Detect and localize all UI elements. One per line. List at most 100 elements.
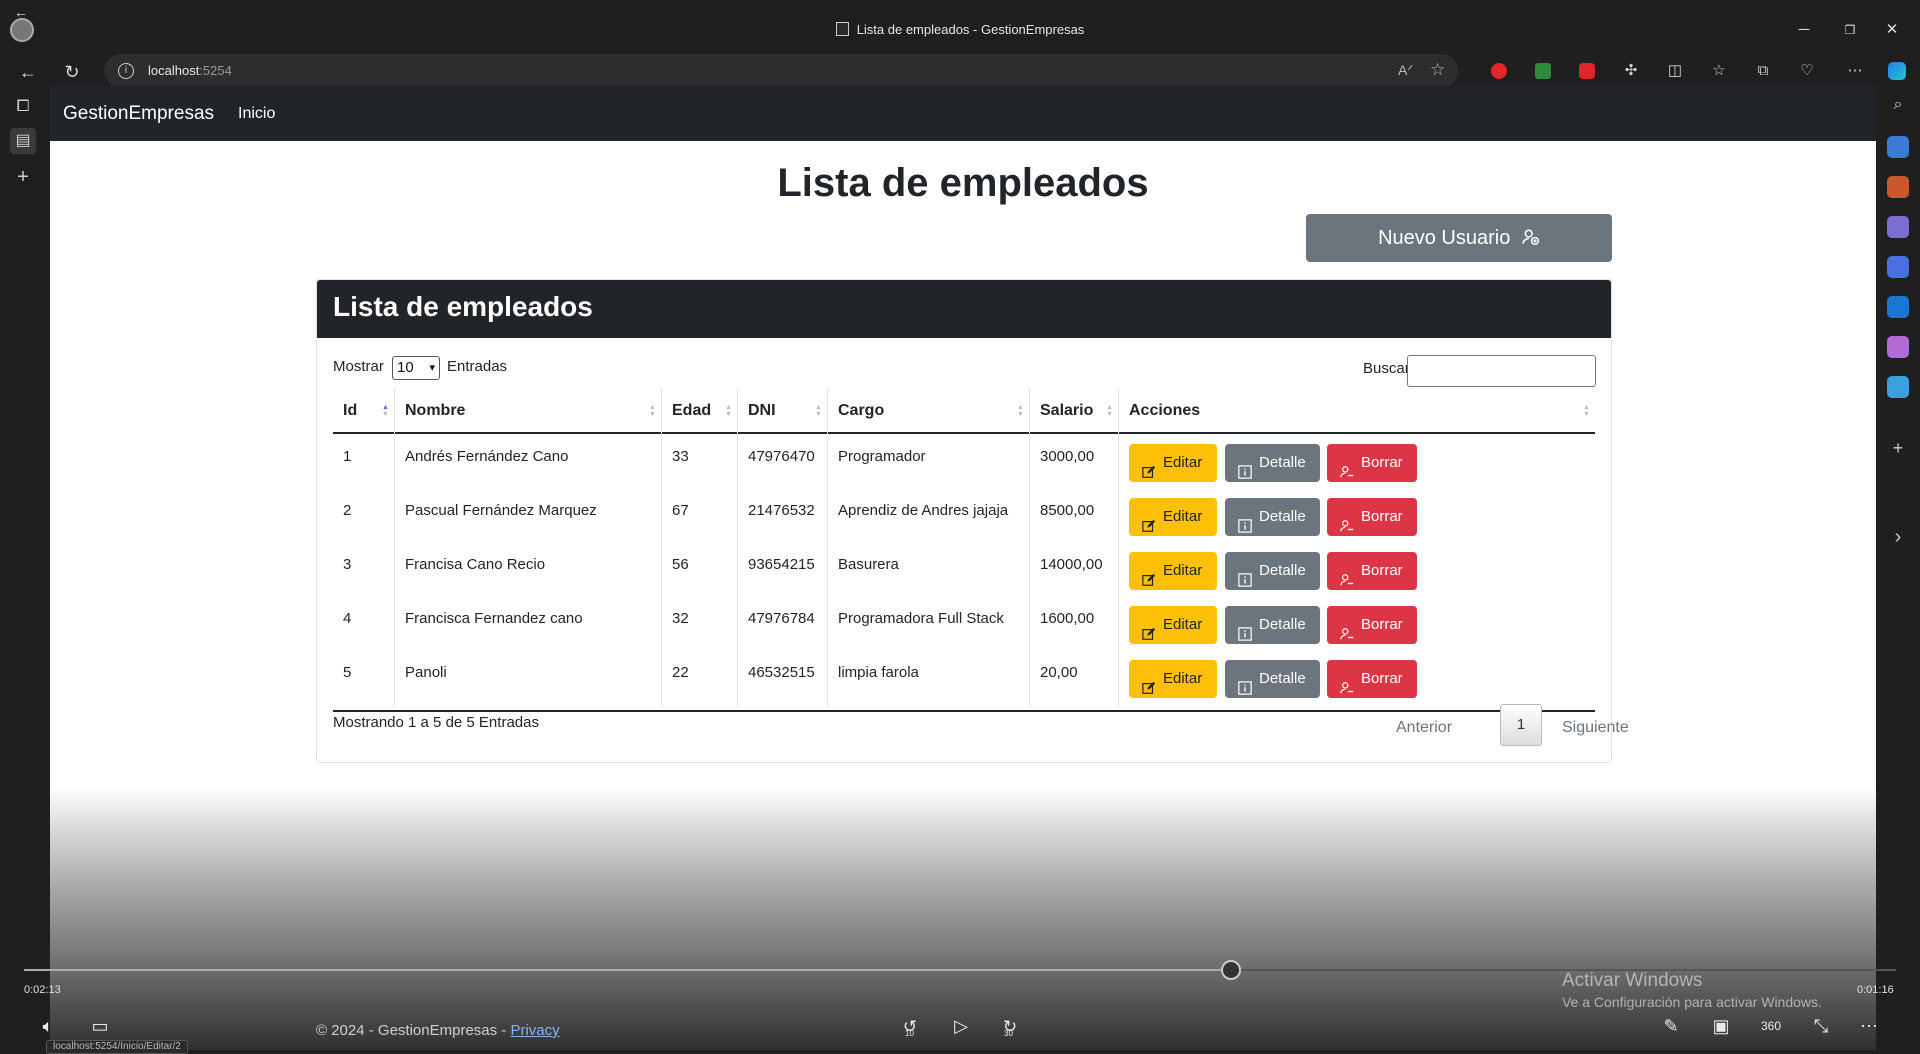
search-icon[interactable]: ⌕ (1887, 96, 1909, 118)
url-text[interactable]: localhost:5254 (148, 63, 232, 78)
tools-icon[interactable] (1887, 176, 1909, 198)
volume-icon[interactable]: 🔈︎ (34, 1014, 62, 1038)
cell-dni: 21476532 (738, 490, 828, 544)
new-user-button[interactable]: Nuevo Usuario (1306, 214, 1612, 262)
column-header-cargo[interactable]: Cargo ▲ ▼ (828, 388, 1030, 434)
designer-icon[interactable] (1887, 336, 1909, 358)
user-remove-icon (1340, 564, 1354, 586)
watermark-line2: Ve a Configuración para activar Windows. (1562, 994, 1822, 1010)
edit-button[interactable]: Editar (1129, 660, 1217, 698)
add-sidebar-icon[interactable]: + (1887, 438, 1909, 460)
performance-icon[interactable]: ♡ (1796, 60, 1818, 82)
delete-button[interactable]: Borrar (1327, 606, 1417, 644)
detail-button[interactable]: Detalle (1225, 444, 1320, 482)
column-header-edad[interactable]: Edad ▲ ▼ (662, 388, 738, 434)
sort-arrows-icon: ▲ ▼ (1017, 404, 1024, 418)
privacy-link[interactable]: Privacy (510, 1022, 559, 1039)
collections-icon[interactable]: ⧉ (1752, 60, 1774, 82)
reload-button[interactable]: ↻ (58, 58, 86, 86)
column-header-dni[interactable]: DNI ▲ ▼ (738, 388, 828, 434)
outlook-icon[interactable] (1887, 296, 1909, 318)
send-icon[interactable] (1887, 376, 1909, 398)
delete-button[interactable]: Borrar (1327, 660, 1417, 698)
table-row: 1 Andrés Fernández Cano 33 47976470 Programa… (333, 436, 1595, 490)
more-menu-icon[interactable]: ⋯ (1844, 60, 1866, 82)
detail-button[interactable]: Detalle (1225, 552, 1320, 590)
entries-length-select[interactable]: 10 ▾ (392, 356, 440, 380)
column-header-nombre[interactable]: Nombre ▲ ▼ (395, 388, 662, 434)
exit-fullscreen-icon[interactable]: ⤡ (1807, 1014, 1835, 1038)
app-brand[interactable]: GestionEmpresas (63, 103, 214, 125)
site-info-icon[interactable]: i (118, 63, 134, 79)
address-bar[interactable]: i localhost:5254 Aᐟ ☆ (104, 54, 1458, 88)
edit-button[interactable]: Editar (1129, 444, 1217, 482)
edit-button[interactable]: Editar (1129, 606, 1217, 644)
captions-icon[interactable]: ▭ (86, 1014, 114, 1038)
edit-icon (1142, 618, 1156, 640)
cell-id: 5 (333, 652, 395, 706)
info-icon (1238, 510, 1252, 533)
delete-button[interactable]: Borrar (1327, 498, 1417, 536)
extension-green-icon[interactable] (1535, 63, 1551, 79)
more-options-icon[interactable]: ⋯ (1855, 1014, 1883, 1038)
extension-adblock-icon[interactable] (1579, 63, 1595, 79)
extensions-puzzle-icon[interactable]: ✣ (1620, 60, 1642, 82)
length-suffix-label: Entradas (447, 358, 508, 375)
restore-button[interactable]: ❐ (1830, 18, 1870, 42)
cell-edad: 22 (662, 652, 738, 706)
miniplayer-icon[interactable]: ▣ (1707, 1014, 1735, 1038)
delete-button[interactable]: Borrar (1327, 552, 1417, 590)
pagination-previous[interactable]: Anterior (1396, 708, 1452, 748)
cell-salario: 1600,00 (1030, 598, 1119, 652)
favorites-icon[interactable]: ☆ (1708, 60, 1730, 82)
active-tab-icon[interactable]: ▤ (10, 128, 36, 154)
cell-id: 3 (333, 544, 395, 598)
favorite-star-icon[interactable]: ☆ (1430, 60, 1445, 80)
shopping-icon[interactable] (1887, 136, 1909, 158)
search-input[interactable] (1407, 355, 1596, 387)
pagination-next[interactable]: Siguiente (1562, 708, 1629, 748)
games-icon[interactable] (1887, 216, 1909, 238)
chevron-down-icon: ▾ (429, 362, 435, 374)
detail-button[interactable]: Detalle (1225, 498, 1320, 536)
sort-arrows-icon: ▲ ▼ (649, 404, 656, 418)
column-header-salario[interactable]: Salario ▲ ▼ (1030, 388, 1119, 434)
document-icon (835, 22, 849, 36)
pen-icon[interactable]: ✎ (1657, 1014, 1685, 1038)
read-aloud-icon[interactable]: Aᐟ (1398, 62, 1413, 79)
cell-id: 4 (333, 598, 395, 652)
column-header-acciones[interactable]: Acciones ▲ ▼ (1119, 388, 1595, 434)
split-screen-icon[interactable]: ◫ (1664, 60, 1686, 82)
microsoft365-icon[interactable] (1887, 256, 1909, 278)
pagination-page-current[interactable]: 1 (1500, 704, 1542, 746)
nav-link-inicio[interactable]: Inicio (238, 105, 275, 123)
back-button[interactable]: ← (14, 58, 42, 86)
delete-button[interactable]: Borrar (1327, 444, 1417, 482)
column-header-id[interactable]: Id ▲ ▼ (333, 388, 395, 434)
edit-button[interactable]: Editar (1129, 552, 1217, 590)
edit-icon (1142, 510, 1156, 532)
seek-bar-fill (24, 969, 1232, 971)
360-view-icon[interactable]: 360 (1757, 1014, 1785, 1038)
detail-button[interactable]: Detalle (1225, 606, 1320, 644)
sort-arrows-icon: ▲ ▼ (382, 404, 389, 418)
tab-actions-icon[interactable]: ⧠ (10, 94, 36, 120)
rewind-button[interactable]: ↺ 10 (895, 1014, 925, 1038)
new-tab-icon[interactable]: + (10, 164, 36, 190)
cell-cargo: Basurera (828, 544, 1030, 598)
minimize-button[interactable]: ─ (1784, 18, 1824, 42)
play-button[interactable]: ▷ (947, 1014, 975, 1038)
cell-edad: 32 (662, 598, 738, 652)
cell-acciones: Editar Detalle Borrar (1119, 490, 1595, 544)
employees-card: Lista de empleados Mostrar 10 ▾ Entradas … (316, 279, 1629, 763)
cell-cargo: Aprendiz de Andres jajaja (828, 490, 1030, 544)
table-header: Id ▲ ▼ Nombre ▲ ▼ Edad ▲ ▼ DNI ▲ ▼ Cargo ▲ ▼ Salario ▲ ▼ A… (333, 388, 1595, 434)
forward-button[interactable]: ↻ 30 (995, 1014, 1025, 1038)
detail-button[interactable]: Detalle (1225, 660, 1320, 698)
cell-acciones: Editar Detalle Borrar (1119, 436, 1595, 490)
close-button[interactable]: ✕ (1872, 18, 1912, 42)
chevron-right-icon[interactable]: › (1887, 526, 1909, 548)
extension-red-icon[interactable] (1491, 63, 1507, 79)
edit-button[interactable]: Editar (1129, 498, 1217, 536)
copilot-icon[interactable] (1888, 62, 1906, 80)
